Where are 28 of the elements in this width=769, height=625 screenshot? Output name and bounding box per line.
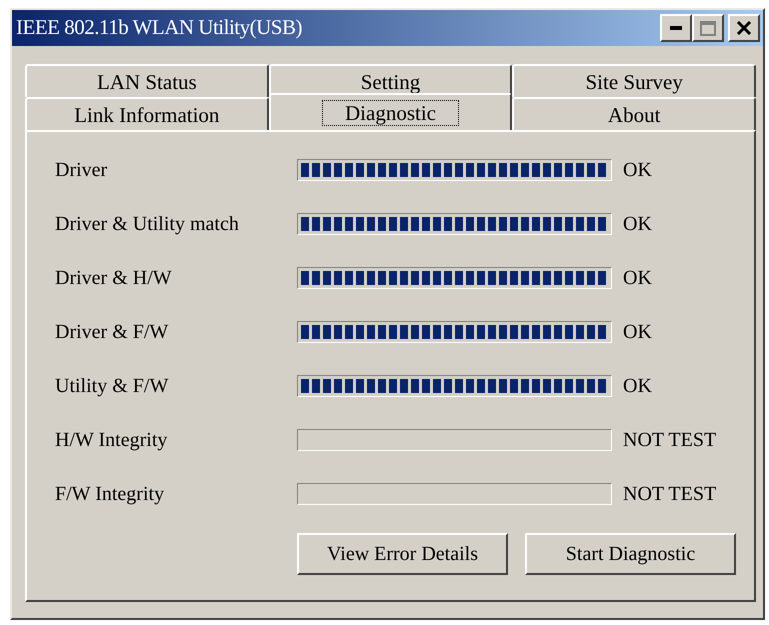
tab[interactable]: Link Information (25, 97, 269, 130)
test-label: Driver & Utility match (55, 212, 240, 237)
test-result: NOT TEST (623, 482, 716, 507)
test-result: OK (623, 374, 652, 399)
start-diagnostic-button[interactable]: Start Diagnostic (525, 533, 736, 575)
tab[interactable]: Site Survey (512, 64, 756, 97)
test-result: OK (623, 320, 652, 345)
test-result: OK (623, 158, 652, 183)
maximize-button[interactable] (692, 14, 724, 42)
test-label: Driver & F/W (55, 320, 170, 345)
tab[interactable]: LAN Status (25, 64, 269, 97)
test-label: Driver & H/W (55, 266, 173, 291)
minimize-button[interactable] (660, 14, 692, 42)
test-result: OK (623, 212, 652, 237)
test-label: F/W Integrity (55, 482, 166, 507)
window-title: IEEE 802.11b WLAN Utility(USB) (16, 14, 302, 42)
test-label: Driver (55, 158, 108, 183)
tab[interactable]: Diagnostic (268, 93, 512, 130)
maximize-icon (700, 20, 716, 36)
test-result: OK (623, 266, 652, 291)
tab[interactable]: About (512, 97, 756, 130)
view-error-details-button[interactable]: View Error Details (297, 533, 508, 575)
test-label: H/W Integrity (55, 428, 168, 453)
minimize-icon (670, 26, 682, 30)
test-result: NOT TEST (623, 428, 716, 453)
close-icon (736, 21, 752, 35)
close-button[interactable] (728, 14, 760, 42)
test-label: Utility & F/W (55, 374, 170, 399)
